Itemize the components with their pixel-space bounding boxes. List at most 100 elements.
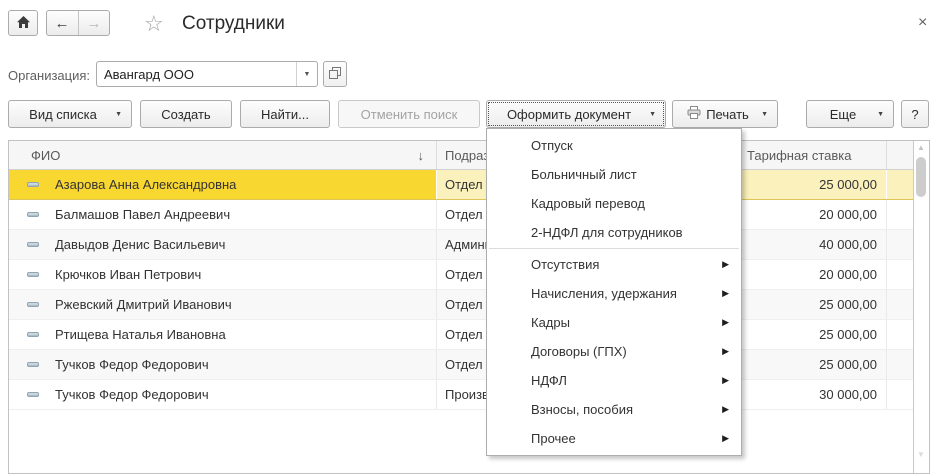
column-header-rate[interactable]: Тарифная ставка [738, 141, 887, 169]
favorite-star-icon[interactable]: ☆ [144, 11, 164, 37]
employee-item-icon [27, 362, 39, 367]
create-button[interactable]: Создать [140, 100, 232, 128]
menu-item-personnel[interactable]: Кадры ▶ [487, 308, 741, 337]
table-row[interactable]: Ртищева Наталья Ивановна Отдел 25 000,00 [9, 320, 913, 350]
page-title: Сотрудники [182, 13, 285, 35]
table-row[interactable]: Тучков Федор Федорович Произв 30 000,00 [9, 380, 913, 410]
menu-item-label: Кадры [531, 315, 570, 330]
forward-icon: → [87, 15, 102, 32]
chevron-down-icon: ▼ [649, 111, 656, 118]
menu-item-contributions[interactable]: Взносы, пособия ▶ [487, 395, 741, 424]
menu-item-2ndfl[interactable]: 2-НДФЛ для сотрудников [487, 218, 741, 247]
menu-item-label: 2-НДФЛ для сотрудников [531, 225, 683, 240]
employee-item-icon [27, 332, 39, 337]
cell-rate[interactable]: 25 000,00 [738, 320, 887, 349]
fio-text: Ржевский Дмитрий Иванович [55, 297, 232, 312]
table-row[interactable]: Балмашов Павел Андреевич Отдел 20 000,00 [9, 200, 913, 230]
back-button[interactable]: ← [47, 11, 79, 35]
more-label: Еще [830, 107, 856, 122]
make-document-button[interactable]: Оформить документ ▼ [486, 100, 666, 128]
menu-item-accruals[interactable]: Начисления, удержания ▶ [487, 279, 741, 308]
menu-item-ndfl[interactable]: НДФЛ▶ [487, 366, 741, 395]
view-list-label: Вид списка [29, 107, 97, 122]
employee-table: ФИО ↓ Подраз Тарифная ставка Азарова Анн… [8, 140, 930, 474]
rate-text: 20 000,00 [819, 207, 877, 222]
scroll-up-icon[interactable]: ▲ [913, 143, 929, 152]
home-button[interactable] [8, 10, 38, 36]
menu-item-label: Прочее [531, 431, 576, 446]
sort-descending-icon: ↓ [418, 148, 425, 163]
scroll-down-icon[interactable]: ▼ [913, 450, 929, 459]
organization-select[interactable]: Авангард ООО ▼ [96, 61, 318, 87]
forward-button[interactable]: → [79, 11, 110, 35]
menu-item-other[interactable]: Прочее▶ [487, 424, 741, 453]
cell-rate[interactable]: 20 000,00 [738, 200, 887, 229]
view-list-button[interactable]: Вид списка ▼ [8, 100, 132, 128]
cell-fio[interactable]: Тучков Федор Федорович [9, 380, 437, 409]
column-header-rate-label: Тарифная ставка [747, 148, 851, 163]
menu-item-sick-leave[interactable]: Больничный лист [487, 160, 741, 189]
cell-rate[interactable]: 30 000,00 [738, 380, 887, 409]
employee-item-icon [27, 212, 39, 217]
chevron-down-icon: ▼ [115, 111, 122, 118]
cell-rate[interactable]: 20 000,00 [738, 260, 887, 289]
cell-fio[interactable]: Тучков Федор Федорович [9, 350, 437, 379]
fio-text: Крючков Иван Петрович [55, 267, 201, 282]
menu-item-label: Отпуск [531, 138, 573, 153]
cell-filler [887, 320, 913, 349]
rate-text: 40 000,00 [819, 237, 877, 252]
table-row[interactable]: Азарова Анна Александровна Отдел з 25 00… [9, 170, 913, 200]
submenu-arrow-icon: ▶ [722, 288, 729, 299]
employee-item-icon [27, 392, 39, 397]
cell-fio[interactable]: Давыдов Денис Васильевич [9, 230, 437, 259]
department-text: Отдел [445, 267, 483, 282]
table-row[interactable]: Крючков Иван Петрович Отдел 20 000,00 [9, 260, 913, 290]
print-button[interactable]: Печать ▼ [672, 100, 778, 128]
employee-grid: ФИО ↓ Подраз Тарифная ставка Азарова Анн… [9, 141, 914, 473]
organization-value: Авангард ООО [97, 67, 296, 82]
cell-rate[interactable]: 25 000,00 [738, 350, 887, 379]
cell-fio[interactable]: Азарова Анна Александровна [9, 170, 437, 199]
organization-label: Организация: [8, 68, 90, 83]
chevron-down-icon[interactable]: ▼ [296, 62, 317, 86]
organization-open-button[interactable] [323, 61, 347, 87]
submenu-arrow-icon: ▶ [722, 259, 729, 270]
column-header-fio[interactable]: ФИО ↓ [9, 141, 437, 169]
table-row[interactable]: Ржевский Дмитрий Иванович Отдел з 25 000… [9, 290, 913, 320]
cell-rate[interactable]: 25 000,00 [738, 170, 887, 199]
cell-rate[interactable]: 25 000,00 [738, 290, 887, 319]
cell-fio[interactable]: Ртищева Наталья Ивановна [9, 320, 437, 349]
menu-item-label: Начисления, удержания [531, 286, 677, 301]
table-row[interactable]: Давыдов Денис Васильевич Админи 40 000,0… [9, 230, 913, 260]
menu-item-personnel-transfer[interactable]: Кадровый перевод [487, 189, 741, 218]
make-document-label: Оформить документ [507, 107, 631, 122]
employee-item-icon [27, 242, 39, 247]
submenu-arrow-icon: ▶ [722, 317, 729, 328]
cell-fio[interactable]: Ржевский Дмитрий Иванович [9, 290, 437, 319]
column-header-department-label: Подраз [445, 148, 489, 163]
scrollbar-thumb[interactable] [916, 157, 926, 197]
more-button[interactable]: Еще ▼ [806, 100, 894, 128]
cell-fio[interactable]: Балмашов Павел Андреевич [9, 200, 437, 229]
help-label: ? [911, 107, 918, 122]
find-label: Найти... [261, 107, 309, 122]
cancel-search-button: Отменить поиск [338, 100, 480, 128]
menu-item-contracts[interactable]: Договоры (ГПХ)▶ [487, 337, 741, 366]
menu-item-absences[interactable]: Отсутствия▶ [487, 250, 741, 279]
cell-fio[interactable]: Крючков Иван Петрович [9, 260, 437, 289]
table-row[interactable]: Тучков Федор Федорович Отдел 25 000,00 [9, 350, 913, 380]
close-icon[interactable]: × [918, 14, 927, 32]
employee-item-icon [27, 302, 39, 307]
open-in-list-icon [329, 67, 341, 82]
find-button[interactable]: Найти... [240, 100, 330, 128]
submenu-arrow-icon: ▶ [722, 404, 729, 415]
make-document-menu: Отпуск Больничный лист Кадровый перевод … [486, 128, 742, 456]
help-button[interactable]: ? [901, 100, 929, 128]
vertical-scrollbar[interactable]: ▲ ▼ [913, 141, 929, 473]
rate-text: 20 000,00 [819, 267, 877, 282]
menu-item-label: Взносы, пособия [531, 402, 633, 417]
rate-text: 30 000,00 [819, 387, 877, 402]
cell-rate[interactable]: 40 000,00 [738, 230, 887, 259]
menu-item-vacation[interactable]: Отпуск [487, 131, 741, 160]
history-nav: ← → [46, 10, 110, 36]
